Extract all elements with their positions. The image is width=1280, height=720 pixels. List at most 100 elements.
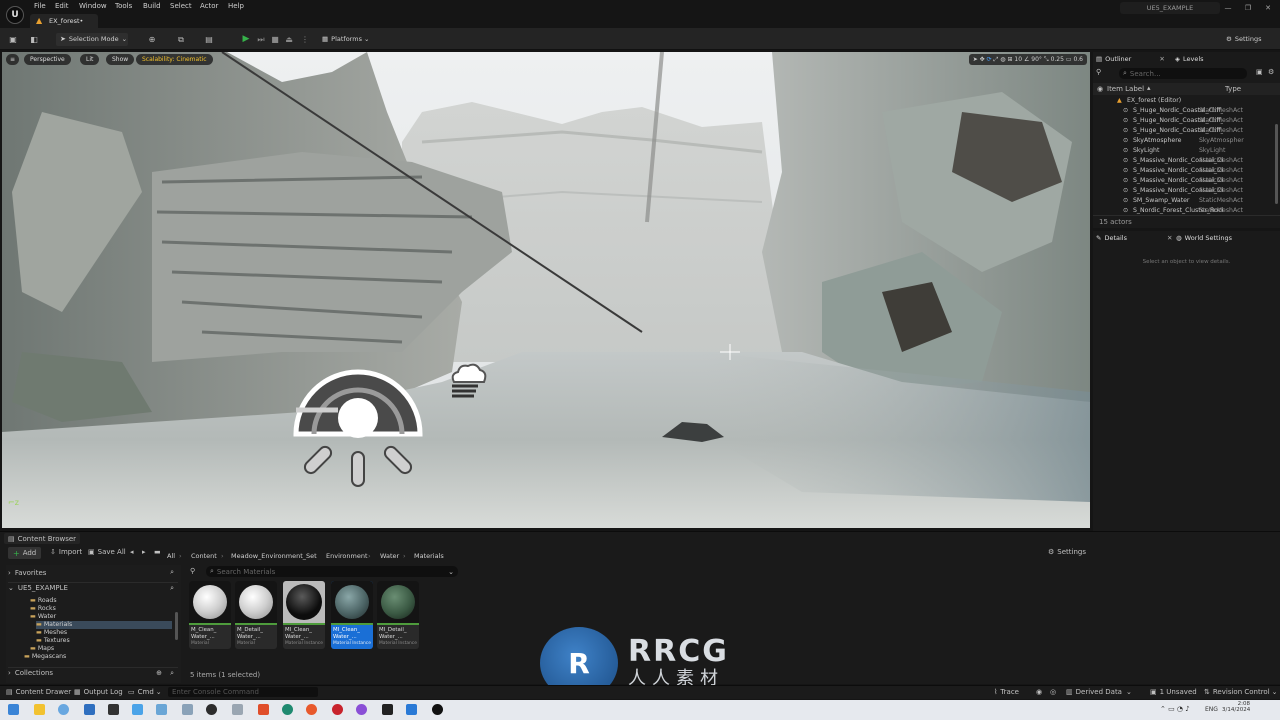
blueprint-icon[interactable]: ⧉	[174, 33, 188, 46]
menu-window[interactable]: Window	[79, 2, 107, 10]
tray-icons[interactable]: ⌃ ▭ ◔ ♪	[1160, 705, 1190, 713]
close-icon[interactable]: ✕	[1167, 232, 1172, 244]
scale-icon[interactable]: ⤢	[994, 56, 999, 63]
app-icon[interactable]	[156, 704, 167, 715]
tree-item-rocks[interactable]: ▬ Rocks	[30, 605, 56, 613]
tree-item-materials[interactable]: ▬ Materials	[36, 621, 172, 629]
breadcrumb-all[interactable]: All	[167, 552, 175, 560]
menu-tools[interactable]: Tools	[115, 2, 132, 10]
filter-icon[interactable]: ⚲	[190, 567, 195, 575]
tree-item-water[interactable]: ▬ Water	[30, 613, 56, 621]
asset-tile[interactable]: M_Detail_ Water_... Material	[235, 581, 277, 649]
start-icon[interactable]	[8, 704, 19, 715]
content-drawer-button[interactable]: ▤ Content Drawer	[6, 688, 71, 696]
close-icon[interactable]: ✕	[1261, 2, 1275, 14]
scrollbar[interactable]	[175, 612, 178, 640]
search-icon[interactable]: ⌕	[170, 669, 174, 678]
tree-item-meshes[interactable]: ▬ Meshes	[36, 629, 67, 637]
app-icon[interactable]	[406, 704, 417, 715]
unsaved-button[interactable]: ▣ 1 Unsaved	[1150, 688, 1197, 696]
cmd-button[interactable]: ▭ Cmd ⌄	[128, 688, 162, 696]
translate-icon[interactable]: ✥	[980, 56, 985, 63]
minimize-icon[interactable]: —	[1221, 2, 1235, 14]
outliner-row[interactable]: ⊙ SkyAtmosphere SkyAtmospher	[1093, 136, 1274, 146]
selection-mode-button[interactable]: ➤ Selection Mode ⌄	[56, 33, 128, 46]
tab-details[interactable]: ✎ Details ✕	[1096, 232, 1172, 244]
tab-content-browser[interactable]: ▤ Content Browser	[4, 533, 81, 544]
outliner-row[interactable]: ⊙ SM_Swamp_Water StaticMeshAct	[1093, 196, 1274, 206]
clock[interactable]: 2:08 3/14/2024	[1222, 701, 1250, 713]
settings-icon[interactable]: ⚙	[1268, 68, 1274, 76]
asset-tile[interactable]: M_Clean_ Water_... Material	[189, 581, 231, 649]
add-button[interactable]: + Add	[8, 547, 42, 559]
menu-edit[interactable]: Edit	[55, 2, 69, 10]
collections-header[interactable]: › Collections ⊕ ⌕	[8, 667, 178, 678]
unreal-icon[interactable]	[432, 704, 443, 715]
app-icon[interactable]	[356, 704, 367, 715]
search-icon[interactable]: ⌕	[170, 584, 174, 593]
camera-speed-value[interactable]: 0.6	[1073, 56, 1083, 63]
history-back-icon[interactable]: ◂	[130, 548, 134, 556]
filter-icon[interactable]: ⚲	[1096, 68, 1108, 78]
grid-snap-value[interactable]: 10	[1014, 56, 1022, 63]
app-icon[interactable]	[132, 704, 143, 715]
outliner-row[interactable]: ⊙ S_Huge_Nordic_Coastal_Cliff_ StaticMeshA…	[1093, 116, 1274, 126]
rotation-snap-value[interactable]: 90°	[1031, 56, 1042, 63]
scrollbar[interactable]	[1275, 124, 1278, 204]
breadcrumb-meadow[interactable]: Meadow_Environment_Set	[231, 552, 317, 560]
menu-select[interactable]: Select	[170, 2, 192, 10]
firefox-icon[interactable]	[306, 704, 317, 715]
tree-item-roads[interactable]: ▬ Roads	[30, 597, 57, 605]
app-icon[interactable]	[58, 704, 69, 715]
save-icon[interactable]: ▣	[6, 33, 20, 46]
import-button[interactable]: ⇩ Import	[50, 548, 82, 556]
folder-icon[interactable]: ▬	[154, 548, 161, 556]
menu-help[interactable]: Help	[228, 2, 244, 10]
breadcrumb-environment[interactable]: Environment	[326, 552, 368, 560]
outliner-row[interactable]: ⊙ S_Massive_Nordic_Coastal_Cli StaticMeshA…	[1093, 166, 1274, 176]
console-input[interactable]: Enter Console Command	[168, 687, 318, 697]
menu-file[interactable]: File	[34, 2, 46, 10]
outliner-row[interactable]: ⊙ SkyLight SkyLight	[1093, 146, 1274, 156]
epic-icon[interactable]	[382, 704, 393, 715]
app-icon[interactable]	[108, 704, 119, 715]
materials-search-input[interactable]: ⌕ Search Materials ⌄	[206, 566, 458, 577]
level-viewport[interactable]: ⌐z ≡ Perspective Lit Show Scalability: C…	[2, 52, 1090, 528]
world-icon[interactable]: ◍	[1000, 56, 1005, 63]
outliner-root-row[interactable]: ▲ EX_forest (Editor)	[1093, 96, 1274, 106]
outliner-row[interactable]: ⊙ S_Massive_Nordic_Coastal_Cli StaticMeshA…	[1093, 176, 1274, 186]
app-icon[interactable]	[332, 704, 343, 715]
more-options-icon[interactable]: ⋮	[298, 33, 312, 46]
rotate-icon[interactable]: ⟳	[987, 56, 992, 63]
breadcrumb-materials[interactable]: Materials	[414, 552, 444, 560]
settings-button[interactable]: ⚙ Settings	[1226, 33, 1276, 46]
stop-icon[interactable]: ■	[268, 33, 282, 46]
outliner-row[interactable]: ⊙ S_Huge_Nordic_Coastal_Cliff_ StaticMeshA…	[1093, 106, 1274, 116]
outliner-row[interactable]: ⊙ S_Huge_Nordic_Coastal_Cliff_ StaticMeshA…	[1093, 126, 1274, 136]
tree-item-megascans[interactable]: ▬ Megascans	[24, 653, 66, 661]
project-header[interactable]: ⌄ UE5_EXAMPLE ⌕	[8, 582, 178, 593]
asset-tile[interactable]: MI_Detail_ Water_... Material Instance	[377, 581, 419, 649]
breadcrumb-content[interactable]: Content	[191, 552, 217, 560]
history-forward-icon[interactable]: ▸	[142, 548, 146, 556]
browse-icon[interactable]: ◧	[27, 33, 41, 46]
favorites-header[interactable]: › Favorites ⌕	[8, 567, 178, 578]
add-icon[interactable]: ▣	[1256, 68, 1263, 76]
menu-build[interactable]: Build	[143, 2, 161, 10]
add-icon[interactable]: ⊕	[156, 669, 162, 677]
outliner-search-input[interactable]: ⌕ Search...	[1119, 68, 1247, 79]
viewport-transform-tools[interactable]: ➤ ✥ ⟳ ⤢ ◍ ⊞ 10 ∠ 90° ⤡ 0.25 ▭ 0.6	[968, 54, 1087, 65]
lit-button[interactable]: Lit	[80, 54, 100, 65]
stop-icon[interactable]: ◎	[1050, 688, 1056, 696]
eject-icon[interactable]: ⏏	[282, 33, 296, 46]
trace-button[interactable]: ⌇ Trace	[994, 688, 1019, 696]
outliner-row[interactable]: ⊙ S_Massive_Nordic_Coastal_Cli StaticMeshA…	[1093, 186, 1274, 196]
platforms-button[interactable]: ▦ Platforms ⌄	[320, 33, 374, 46]
viewport-menu-icon[interactable]: ≡	[6, 54, 20, 65]
col-item-label[interactable]: Item Label	[1107, 85, 1144, 93]
perspective-button[interactable]: Perspective	[24, 54, 71, 65]
tab-world-settings[interactable]: ◍ World Settings	[1176, 232, 1232, 244]
brave-icon[interactable]	[258, 704, 269, 715]
step-icon[interactable]: ⏭	[254, 33, 268, 46]
add-actor-icon[interactable]: ⊕	[145, 33, 159, 46]
